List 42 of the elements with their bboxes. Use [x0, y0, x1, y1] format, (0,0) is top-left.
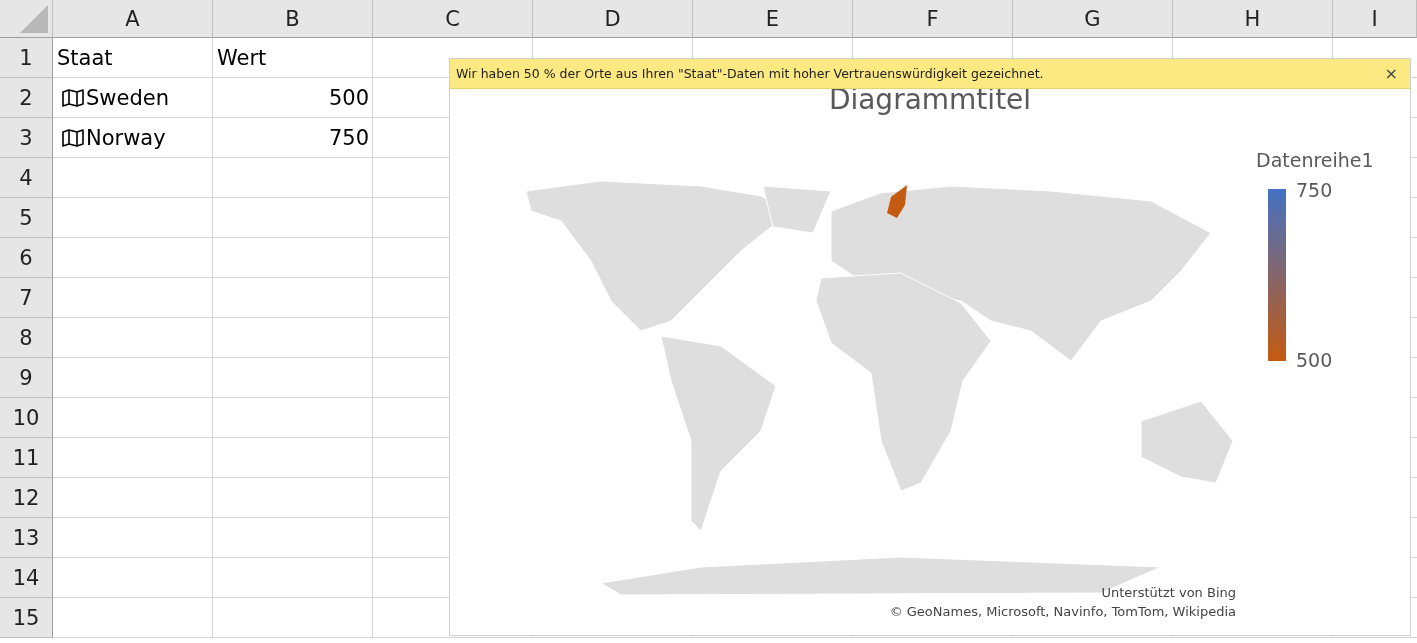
cell-text: Wert [217, 46, 267, 70]
cell-text: Sweden [86, 86, 169, 110]
row-header[interactable]: 14 [0, 558, 53, 598]
column-header[interactable]: E [693, 0, 853, 38]
column-header[interactable]: F [853, 0, 1013, 38]
legend-title: Datenreihe1 [1256, 149, 1374, 171]
close-button[interactable]: × [1378, 64, 1404, 83]
column-header[interactable]: C [373, 0, 533, 38]
column-header[interactable]: G [1013, 0, 1173, 38]
column-header[interactable]: I [1333, 0, 1417, 38]
map-icon [61, 88, 85, 108]
row-header[interactable]: 4 [0, 158, 53, 198]
row-header[interactable]: 1 [0, 38, 53, 78]
row-header[interactable]: 6 [0, 238, 53, 278]
row-header[interactable]: 2 [0, 78, 53, 118]
row-header[interactable]: 15 [0, 598, 53, 638]
cell-text: 500 [328, 86, 369, 110]
row-header[interactable]: 3 [0, 118, 53, 158]
cell-text: Staat [57, 46, 113, 70]
row-header[interactable]: 11 [0, 438, 53, 478]
row-header[interactable]: 7 [0, 278, 53, 318]
sweden-region [887, 185, 907, 218]
column-header[interactable]: A [53, 0, 213, 38]
legend-value: 500 [1296, 349, 1333, 371]
cell-text: Norway [86, 126, 166, 150]
column-header[interactable]: H [1173, 0, 1333, 38]
banner-message: Wir haben 50 % der Orte aus Ihren "Staat"-Daten mit hoher Vertrauenswürdigkeit gezeichnet. [456, 66, 1044, 81]
column-header[interactable]: D [533, 0, 693, 38]
row-header[interactable]: 5 [0, 198, 53, 238]
map-chart[interactable]: Wir haben 50 % der Orte aus Ihren "Staat"-Daten mit hoher Vertrauenswürdigkeit gezeichnet. × Diagrammtitel Datenreihe1 750 500 Unterstützt von Bing © GeoNames, Microsoft, Navinfo, TomTom, Wikipedia [449, 58, 1411, 636]
row-header[interactable]: 9 [0, 358, 53, 398]
row-header[interactable]: 10 [0, 398, 53, 438]
column-header[interactable]: B [213, 0, 373, 38]
attribution-text: Unterstützt von Bing [1100, 584, 1236, 602]
legend-value: 750 [1296, 179, 1333, 201]
map-icon [61, 128, 85, 148]
chart-title: Diagrammtitel [827, 83, 1033, 117]
cell-text: 750 [328, 126, 369, 150]
attribution-text: © GeoNames, Microsoft, Navinfo, TomTom, Wikipedia [889, 603, 1236, 621]
row-header[interactable]: 13 [0, 518, 53, 558]
row-header[interactable]: 8 [0, 318, 53, 358]
row-header[interactable]: 12 [0, 478, 53, 518]
